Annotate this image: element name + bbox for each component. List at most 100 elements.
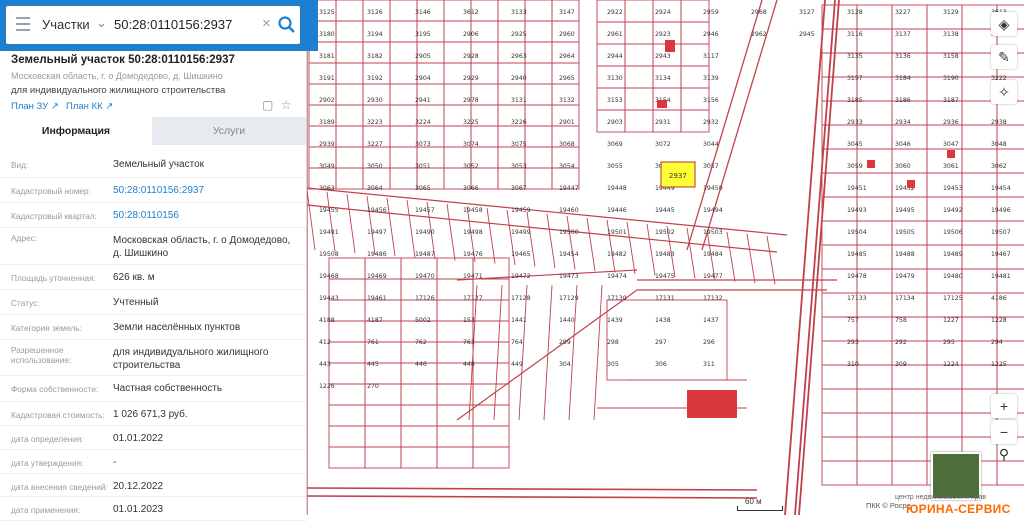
parcel-number-label: 299 (559, 339, 571, 346)
parcel-number-label: 2941 (415, 97, 431, 104)
parcel-number-label: 1226 (319, 383, 335, 390)
parcel-number-label: 294 (991, 339, 1003, 346)
parcel-number-label: 3146 (415, 9, 431, 16)
field-value[interactable]: 50:28:0110156 (113, 209, 303, 222)
tab-services[interactable]: Услуги (152, 117, 306, 145)
parcel-number-label: 19484 (703, 251, 723, 258)
parcel-number-label: 19486 (367, 251, 387, 258)
parcel-number-label: 3191 (319, 75, 335, 82)
parcel-number-label: 2928 (463, 53, 479, 60)
parcel-number-label: 448 (463, 361, 475, 368)
parcel-number-label: 3129 (943, 9, 959, 16)
parcel-number-label: 3157 (847, 75, 863, 82)
parcel-number-label: 3046 (895, 141, 911, 148)
parcel-number-label: 3227 (895, 9, 911, 16)
parcel-number-label: 19475 (655, 273, 675, 280)
parcel-number-label: 19504 (847, 229, 867, 236)
parcel-number-label: 19482 (607, 251, 627, 258)
parcel-number-label: 17131 (655, 295, 675, 302)
field-value[interactable]: 50:28:0110156:2937 (113, 184, 303, 197)
chevron-down-icon[interactable]: ⌄ (96, 15, 107, 31)
parcel-number-label: 2904 (415, 75, 431, 82)
parcel-number-label: 1438 (655, 317, 671, 324)
parcel-number-label: 3132 (559, 97, 575, 104)
parcel-number-label: 19481 (991, 273, 1011, 280)
building-footprint (665, 40, 675, 52)
parcel-number-label: 3064 (367, 185, 383, 192)
parcel-number-label: 3180 (319, 31, 335, 38)
layer-select[interactable]: Участки (42, 17, 90, 32)
parcel-number-label: 3612 (463, 9, 479, 16)
parcel-number-label: 3224 (415, 119, 431, 126)
cadastral-map[interactable]: 3125 3126 3146 3612 3133 3147 2922 2924 2959 2968… (306, 0, 1024, 516)
parcel-number-label: 2959 (703, 9, 719, 16)
parcel-number-label: 3190 (943, 75, 959, 82)
basemap-switcher[interactable] (931, 452, 981, 500)
parcel-number-label: 19456 (367, 207, 387, 214)
parcel-number-label: 3047 (943, 141, 959, 148)
parcel-number-label: 19465 (511, 251, 531, 258)
parcel-number-label: 3186 (895, 97, 911, 104)
field-value: Земельный участок (113, 159, 205, 170)
parcel-number-label: 412 (319, 339, 331, 346)
parcel-number-label: 758 (895, 317, 907, 324)
parcel-number-label: 19470 (415, 273, 435, 280)
layers-icon[interactable]: ◈ (991, 12, 1017, 36)
parcel-number-label: 19503 (703, 229, 723, 236)
parcel-number-label: 3061 (943, 163, 959, 170)
panel-actions: ▢ ☆ (262, 98, 291, 112)
parcel-number-label: 3192 (367, 75, 383, 82)
parcel-number-label: 3074 (463, 141, 479, 148)
close-icon[interactable]: × (262, 15, 271, 32)
parcel-number-label: 17132 (703, 295, 723, 302)
field-row: дата применения: 01.01.2023 (0, 496, 306, 521)
search-box[interactable]: Участки ⌄ 50:28:0110156:2937 × (6, 6, 300, 44)
parcel-number-label: 17127 (463, 295, 483, 302)
ruler-icon[interactable]: ✎ (991, 45, 1017, 69)
cadastral-map-canvas[interactable]: 3125 3126 3146 3612 3133 3147 2922 2924 2959 2968… (306, 0, 1024, 516)
parcel-number-label: 2906 (463, 31, 479, 38)
search-input[interactable]: 50:28:0110156:2937 (114, 17, 232, 32)
map-pin-icon[interactable]: ⚲ (991, 442, 1017, 466)
parcel-number-label: 19460 (559, 207, 579, 214)
zoom-in-button[interactable]: + (991, 394, 1017, 418)
parcel-number-label: 2939 (319, 141, 335, 148)
parcel-number-label: 3147 (559, 9, 575, 16)
parcel-number-label: 2940 (511, 75, 527, 82)
parcel-number-label: 2902 (319, 97, 335, 104)
plan-zu-link[interactable]: План ЗУ ↗ (11, 101, 59, 112)
field-value: 01.01.2022 (113, 433, 164, 444)
parcel-number-label: 19483 (655, 251, 675, 258)
parcel-number-label: 19496 (991, 207, 1011, 214)
parcel-number-label: 3227 (367, 141, 383, 148)
parcel-number-label: 2938 (991, 119, 1007, 126)
tab-info[interactable]: Информация (0, 117, 152, 147)
field-label: Форма собственности: (11, 384, 99, 394)
field-row: Разрешенное использование: для индивидуал… (0, 339, 306, 376)
search-icon[interactable] (277, 15, 297, 35)
locate-icon[interactable]: ✧ (991, 80, 1017, 104)
parcel-number-label: 2945 (799, 31, 815, 38)
star-icon[interactable]: ☆ (281, 98, 292, 112)
zoom-out-button[interactable]: − (991, 420, 1017, 444)
parcel-number-label: 3048 (991, 141, 1007, 148)
parcel-number-label: 762 (415, 339, 427, 346)
parcel-number-label: 19489 (943, 251, 963, 258)
parcel-number-label: 19495 (895, 207, 915, 214)
plan-kk-link[interactable]: План КК ↗ (66, 101, 113, 112)
field-value: Московская область, г. о Домодедово, д. … (113, 235, 291, 259)
parcel-number-label: 4186 (991, 295, 1007, 302)
parcel-number-label: 3065 (415, 185, 431, 192)
share-icon[interactable]: ▢ (262, 98, 273, 112)
menu-icon[interactable] (16, 17, 30, 31)
parcel-number-label: 153 (463, 317, 475, 324)
field-row: дата утверждения: - (0, 449, 306, 474)
parcel-number-label: 19457 (415, 207, 435, 214)
field-label: Кадастровый номер: (11, 186, 91, 196)
field-row: Площадь уточненная: 626 кв. м (0, 264, 306, 290)
parcel-number-label: 2901 (559, 119, 575, 126)
building-footprint (907, 180, 915, 188)
parcel-number-label: 2931 (655, 119, 671, 126)
parcel-number-label: 19507 (991, 229, 1011, 236)
parcel-number-label: 1225 (991, 361, 1007, 368)
